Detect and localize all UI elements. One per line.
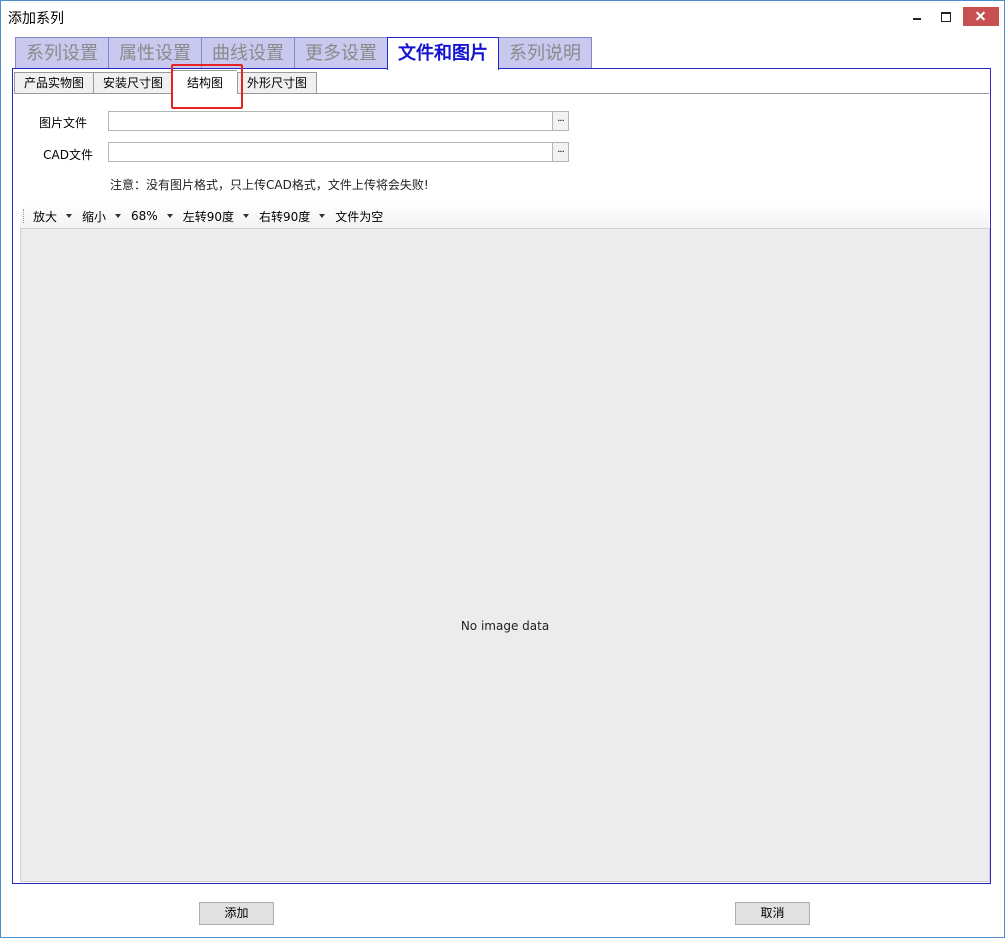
close-icon[interactable]	[963, 7, 999, 26]
zoom-in-label: 放大	[33, 209, 58, 224]
add-button[interactable]: 添加	[199, 902, 274, 925]
chevron-down-icon	[166, 214, 173, 218]
upload-note: 注意：没有图片格式，只上传CAD格式，文件上传将会失败!	[110, 178, 429, 192]
image-file-browse-button[interactable]: ···	[552, 111, 569, 131]
rotate-right-dropdown[interactable]: 右转90度	[258, 208, 326, 225]
chevron-down-icon	[319, 214, 326, 218]
no-image-message: No image data	[460, 619, 550, 633]
cancel-button[interactable]: 取消	[735, 902, 810, 925]
cad-file-browse-button[interactable]: ···	[552, 142, 569, 162]
tab-series-settings[interactable]: 系列设置	[15, 37, 108, 69]
window-title: 添加系列	[8, 11, 64, 27]
subtab-product-photo[interactable]: 产品实物图	[14, 72, 94, 95]
tab-series-description[interactable]: 系列说明	[499, 37, 592, 69]
subtab-structure-diagram[interactable]: 结构图	[172, 70, 238, 96]
tab-attribute-settings[interactable]: 属性设置	[108, 37, 201, 69]
cad-file-input[interactable]	[108, 142, 553, 162]
title-bar: 添加系列	[1, 1, 1004, 32]
chevron-down-icon	[66, 214, 73, 218]
toolbar-grip-icon[interactable]	[23, 209, 25, 223]
add-series-dialog: 添加系列 系列设置 属性设置 曲线设置 更多设置 文件和图片 系列说明 产品实物…	[0, 0, 1005, 938]
image-viewer[interactable]: No image data	[20, 228, 990, 882]
chevron-down-icon	[242, 214, 249, 218]
zoom-out-dropdown[interactable]: 缩小	[82, 208, 122, 225]
chevron-down-icon	[115, 214, 122, 218]
sub-tab-strip: 产品实物图 安装尺寸图 结构图 外形尺寸图	[14, 70, 318, 96]
tab-more-settings[interactable]: 更多设置	[294, 37, 387, 69]
file-status: 文件为空	[335, 208, 383, 225]
rotate-left-label: 左转90度	[182, 209, 234, 224]
maximize-icon[interactable]	[931, 1, 961, 32]
tab-files-and-images[interactable]: 文件和图片	[387, 37, 499, 70]
subtab-outline-dimensions[interactable]: 外形尺寸图	[237, 72, 318, 95]
rotate-left-dropdown[interactable]: 左转90度	[183, 208, 249, 225]
image-viewer-toolbar: 放大 缩小 68% 左转90度 右转90度 文件为空	[20, 204, 989, 228]
file-status-label: 文件为空	[335, 209, 384, 224]
rotate-right-label: 右转90度	[258, 209, 311, 224]
cad-file-label: CAD文件	[43, 148, 93, 162]
image-file-label: 图片文件	[38, 116, 87, 130]
zoom-out-label: 缩小	[82, 209, 107, 224]
main-tab-strip: 系列设置 属性设置 曲线设置 更多设置 文件和图片 系列说明	[15, 37, 592, 70]
zoom-in-dropdown[interactable]: 放大	[33, 208, 73, 225]
tab-curve-settings[interactable]: 曲线设置	[201, 37, 294, 69]
subtab-installation-dimensions[interactable]: 安装尺寸图	[93, 72, 173, 95]
image-file-input[interactable]	[108, 111, 553, 131]
minimize-icon[interactable]	[901, 1, 933, 32]
zoom-level-dropdown[interactable]: 68%	[131, 209, 173, 223]
zoom-level-label: 68%	[131, 209, 158, 223]
